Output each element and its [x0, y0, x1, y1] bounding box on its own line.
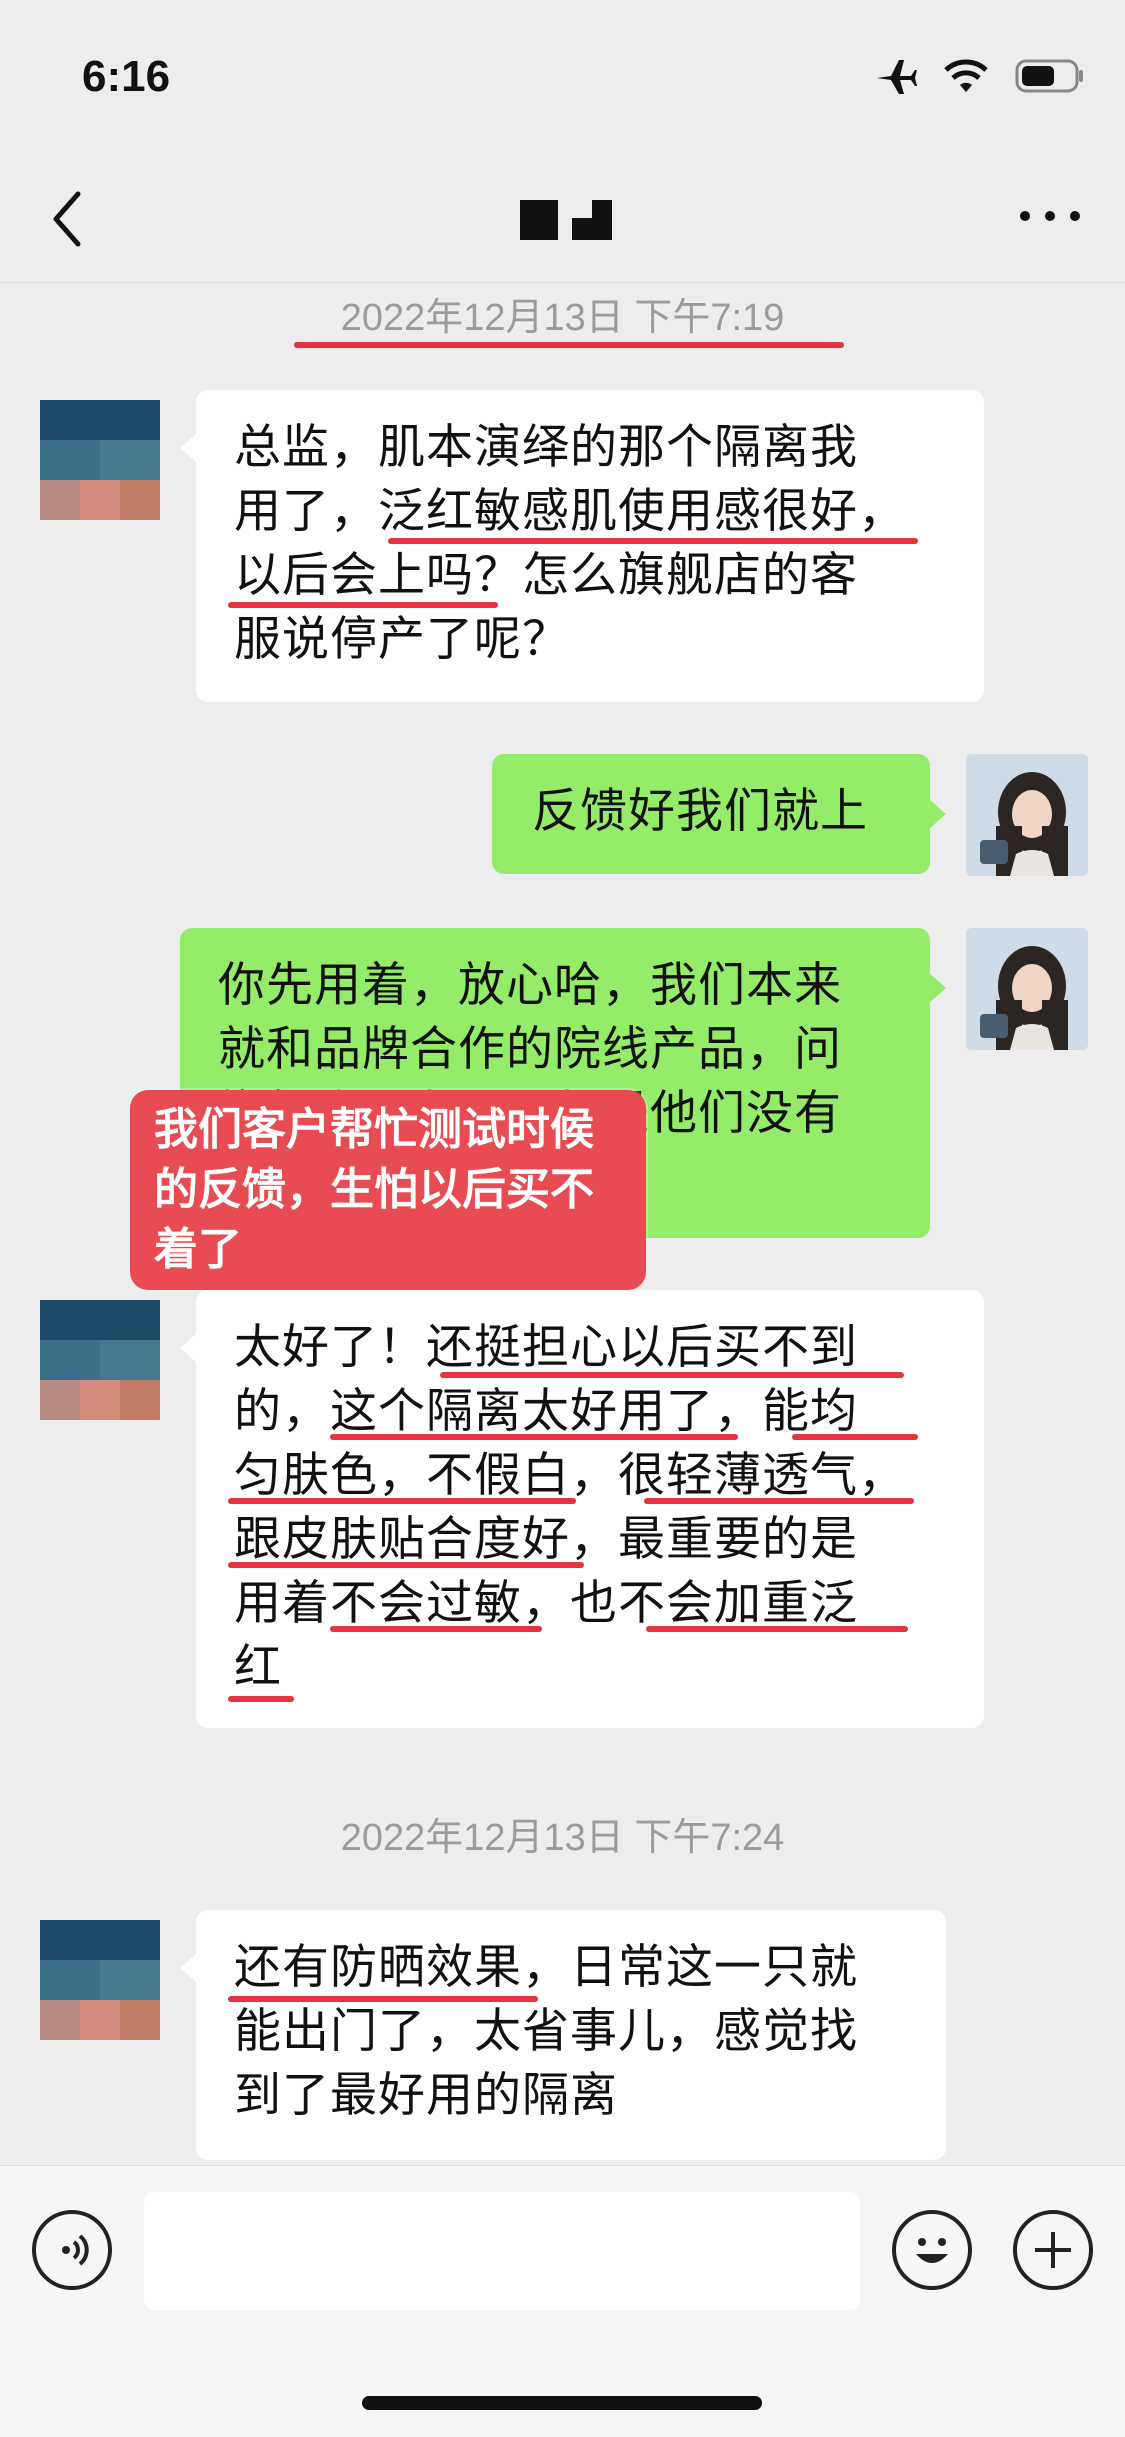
plus-icon[interactable]	[1013, 2210, 1093, 2290]
red-underline	[228, 1696, 294, 1702]
home-indicator[interactable]	[362, 2396, 762, 2410]
red-underline	[294, 342, 844, 348]
red-underline	[228, 1562, 584, 1568]
message-bubble[interactable]: 总监，肌本演绎的那个隔离我 用了，泛红敏感肌使用感很好， 以后会上吗？怎么旗舰店…	[196, 390, 984, 702]
timestamp: 2022年12月13日 下午7:24	[340, 1817, 785, 1859]
airplane-icon	[877, 60, 917, 94]
voice-icon[interactable]	[32, 2210, 112, 2290]
red-underline	[228, 1996, 538, 2002]
chevron-left-icon[interactable]	[40, 184, 100, 254]
red-underline	[792, 1434, 918, 1440]
message-bubble[interactable]: 还有防晒效果，日常这一只就 能出门了，太省事儿，感觉找 到了最好用的隔离	[196, 1910, 946, 2160]
red-underline	[228, 1498, 576, 1504]
red-underline	[644, 1498, 914, 1504]
red-underline	[646, 1626, 908, 1632]
input-bar	[0, 2165, 1125, 2437]
redacted-chat-title	[520, 198, 612, 240]
red-underline	[228, 602, 498, 608]
red-underline	[330, 1434, 738, 1440]
red-underline	[388, 538, 918, 544]
avatar-pixelated[interactable]	[40, 1300, 160, 1420]
emoji-icon[interactable]	[892, 2210, 972, 2290]
avatar-pixelated[interactable]	[40, 1920, 160, 2040]
avatar-user[interactable]	[966, 754, 1088, 876]
red-underline	[440, 1372, 904, 1378]
message-input[interactable]	[144, 2192, 860, 2310]
red-underline	[330, 1626, 542, 1632]
chat-header	[0, 160, 1125, 283]
timestamp: 2022年12月13日 下午7:19	[340, 297, 785, 339]
avatar-user[interactable]	[966, 928, 1088, 1050]
battery-icon	[1015, 59, 1083, 93]
avatar-pixelated[interactable]	[40, 400, 160, 520]
status-bar: 6:16	[0, 0, 1125, 160]
status-time: 6:16	[82, 52, 171, 101]
annotation-note: 我们客户帮忙测试时候 的反馈，生怕以后买不 着了	[130, 1090, 646, 1290]
wifi-icon	[944, 59, 988, 92]
more-dots-icon[interactable]	[1015, 196, 1085, 236]
message-bubble[interactable]: 反馈好我们就上	[492, 754, 930, 874]
message-bubble[interactable]: 太好了！还挺担心以后买不到 的，这个隔离太好用了，能均 匀肤色，不假白，很轻薄透…	[196, 1290, 984, 1728]
status-icons	[873, 56, 1085, 96]
